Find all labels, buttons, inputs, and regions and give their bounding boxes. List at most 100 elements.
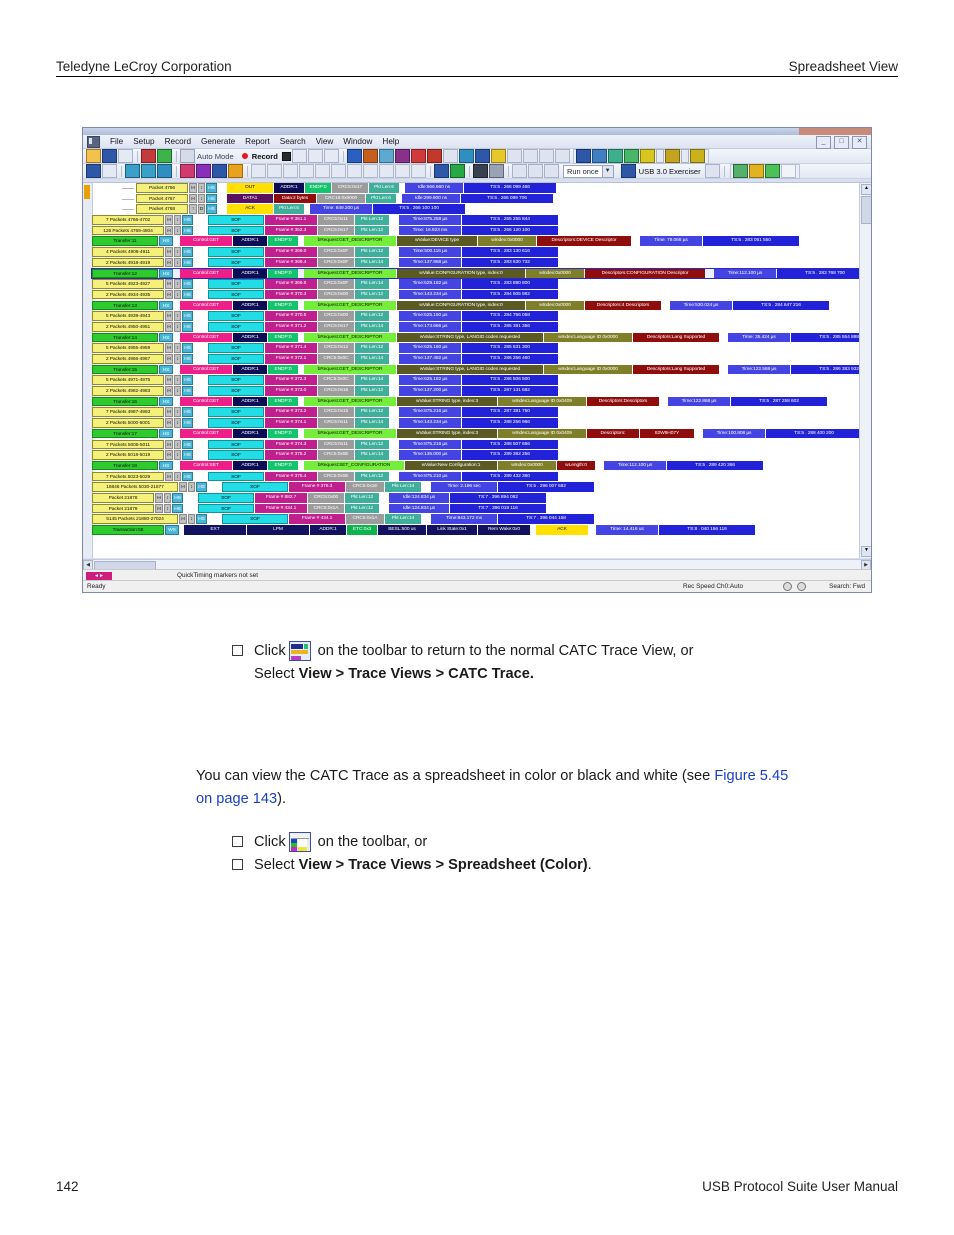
trace-cell[interactable]: HS bbox=[182, 225, 193, 236]
trace-cell[interactable]: Time:173.666 µs bbox=[399, 321, 461, 332]
scroll-up-icon[interactable]: ▲ bbox=[861, 184, 871, 195]
trace-cell[interactable]: CRC5:0x00 bbox=[318, 311, 354, 321]
trace-row[interactable]: Transaction:55 WS EXT LPM ADDR:1 ETC:0x3 BESL:… bbox=[92, 525, 860, 535]
trace-cell[interactable]: HS bbox=[182, 386, 193, 396]
run-mode-select[interactable]: Run once ▼ bbox=[563, 164, 614, 178]
trace-cell[interactable]: wIndex:Language ID 0x0000 bbox=[544, 332, 632, 343]
trace-cell[interactable]: Descriptors:Lang Supported bbox=[633, 364, 719, 375]
minimize-button[interactable]: _ bbox=[816, 136, 831, 149]
trace-cell[interactable]: CRC16:0x0000 bbox=[317, 193, 365, 204]
trace-cell[interactable]: 7 Packets 5023-5029 bbox=[92, 471, 164, 482]
trace-cell[interactable]: Time:100.808 µs bbox=[703, 428, 765, 439]
trace-cell[interactable]: 2 Packets 4982-4983 bbox=[92, 386, 164, 396]
figure-link[interactable]: Figure 5.45 bbox=[714, 768, 788, 784]
trace-cell[interactable]: TS:5 . 288 507 656 bbox=[462, 439, 558, 450]
trace-cell[interactable]: H bbox=[155, 492, 163, 503]
trace-cell[interactable]: HS bbox=[159, 364, 173, 375]
trace-cell[interactable]: HS bbox=[159, 236, 173, 247]
trace-cell[interactable]: CRC5:0x1A bbox=[346, 514, 384, 524]
trace-cell[interactable]: SOF bbox=[208, 439, 264, 450]
trace-cell[interactable]: Frame # 369.4 bbox=[265, 257, 317, 268]
trace-cell[interactable]: H bbox=[165, 450, 173, 460]
trace-row[interactable]: 2 Packets 4918-4919 H ↕ HS SOF Frame # 369.4 C… bbox=[92, 257, 860, 268]
trace-cell[interactable]: H bbox=[179, 482, 187, 492]
trace-cell[interactable]: 2 Packets 5018-5019 bbox=[92, 450, 164, 460]
trace-cell[interactable]: Time: 16.923 ms bbox=[399, 225, 461, 236]
trace-row[interactable]: 2 Packets 5018-5019 H ↕ HS SOF Frame # 375.2 C… bbox=[92, 450, 860, 460]
trace-cell[interactable]: Control:GET bbox=[180, 364, 232, 375]
trace-cell[interactable]: ACK bbox=[227, 204, 273, 214]
trace-row[interactable]: Transfer:15 HS Control:GET ADDR:1 ENDP:0 bReq… bbox=[92, 364, 871, 375]
trace-cell[interactable]: Time:122.568 µs bbox=[728, 364, 790, 375]
trace-cell[interactable]: Descriptors: bbox=[587, 428, 639, 439]
trace-cell[interactable]: H bbox=[165, 247, 173, 257]
trace-cell[interactable]: 5 Packets 4971-4975 bbox=[92, 375, 164, 385]
trace-cell[interactable]: TS:5 . 286 256 460 bbox=[462, 354, 558, 364]
trace-cell[interactable]: ADDR:1 bbox=[233, 460, 267, 471]
trace-cell[interactable]: Descriptors:Lang Supported bbox=[633, 332, 719, 343]
hide-idle-icon[interactable] bbox=[267, 164, 282, 178]
trace-cell[interactable]: TS:5 . 283 630 732 bbox=[462, 257, 558, 268]
trace-cell[interactable]: Pkt Len:6 bbox=[366, 193, 396, 204]
trace-cell[interactable]: HS bbox=[159, 332, 173, 343]
trace-cell[interactable]: CRC5:0x17 bbox=[318, 225, 354, 236]
trace-cell[interactable]: ↕ bbox=[174, 311, 181, 321]
hide-transactions-icon[interactable] bbox=[196, 164, 211, 178]
hide-ping-icon[interactable] bbox=[283, 164, 298, 178]
trace-cell[interactable]: ↕ bbox=[174, 343, 181, 353]
trace-cell[interactable]: ↕ bbox=[198, 193, 205, 204]
trace-cell[interactable]: ENDP:0 bbox=[305, 183, 331, 193]
trace-cell[interactable]: TS:5 . 265 255 844 bbox=[462, 215, 558, 225]
analyzer-setup-icon[interactable] bbox=[141, 149, 156, 163]
trace-cell[interactable]: H bbox=[165, 354, 173, 364]
trace-cell[interactable]: ACK bbox=[536, 525, 588, 535]
view-mode-group[interactable] bbox=[572, 148, 709, 164]
hide-sof-icon[interactable] bbox=[228, 164, 243, 178]
trace-cell[interactable]: Packet 4766 bbox=[136, 183, 188, 193]
trace-cell[interactable]: SOF bbox=[208, 343, 264, 353]
menu-search[interactable]: Search bbox=[275, 137, 311, 146]
trace-cell[interactable]: HS bbox=[196, 514, 207, 524]
toolbar-secondary[interactable]: Run once ▼ USB 3.0 Exerciser bbox=[83, 163, 871, 179]
trace-cell[interactable]: CRC5:0x0C bbox=[318, 354, 354, 364]
trace-cell[interactable]: Time: 79.066 µs bbox=[640, 236, 702, 247]
find-next-icon[interactable] bbox=[489, 164, 504, 178]
trace-cell[interactable]: TS:5 . 285 381 356 bbox=[462, 321, 558, 332]
trace-row[interactable]: Packet 4768 ↑ D HS ACK Pkt Len:6 Time: 849.200… bbox=[92, 204, 860, 214]
trace-cell[interactable]: Time:843.172 ms bbox=[431, 514, 497, 524]
page-link[interactable]: on page 143 bbox=[196, 791, 277, 807]
trace-cell[interactable]: ENDP:0 bbox=[268, 460, 298, 471]
trace-cell[interactable]: ↑ bbox=[189, 204, 197, 214]
trace-cell[interactable]: Pkt Len:12 bbox=[355, 225, 389, 236]
trace-cell[interactable]: 2 Packets 4918-4919 bbox=[92, 257, 164, 268]
trace-cell[interactable]: Pkt Len:12 bbox=[345, 492, 379, 503]
trace-cell[interactable]: OUT bbox=[227, 183, 273, 193]
trace-cell[interactable]: bRequest:SET_CONFIGURATION bbox=[304, 460, 404, 471]
hide-isoch-icon[interactable] bbox=[379, 164, 394, 178]
trace-cell[interactable]: H bbox=[165, 311, 173, 321]
trace-cell[interactable]: Transfer:17 bbox=[92, 428, 158, 439]
trace-cell[interactable]: Frame # 351.1 bbox=[265, 215, 317, 225]
trace-cell[interactable]: TS:5 . 283 880 800 bbox=[462, 279, 558, 289]
trace-cell[interactable]: CRC5:0x15 bbox=[318, 386, 354, 396]
trace-cell[interactable]: Pkt Len:14 bbox=[355, 450, 389, 460]
trace-row[interactable]: 5 Packets 4955-4959 H ↕ HS SOF Frame # 371.4 C… bbox=[92, 343, 860, 353]
trace-cell[interactable]: wValue:New Configuration:1 bbox=[405, 460, 497, 471]
trace-cell[interactable]: Pkt Len:14 bbox=[355, 375, 389, 385]
trace-cell[interactable]: D bbox=[198, 204, 205, 214]
trace-cell[interactable]: TS:5 . 296 007 682 bbox=[498, 482, 594, 492]
trace-cell[interactable]: Time:137.200 µs bbox=[399, 386, 461, 396]
trace-cell[interactable]: HS bbox=[206, 193, 217, 204]
menu-bar[interactable]: File Setup Record Generate Report Search… bbox=[83, 135, 871, 149]
trace-cell[interactable]: Frame # 371.4 bbox=[265, 343, 317, 353]
trace-cell[interactable]: Pkt Len:14 bbox=[355, 321, 389, 332]
trace-cell[interactable]: Frame # 352.3 bbox=[265, 225, 317, 236]
download-icon[interactable] bbox=[307, 149, 323, 163]
trace-cell[interactable]: ↕ bbox=[174, 450, 181, 460]
trace-cell[interactable]: bRequest:GET_DESCRIPTOR bbox=[304, 300, 396, 311]
trace-cell[interactable]: CRC5:0x0E bbox=[318, 450, 354, 460]
trace-cell[interactable]: Time:122.868 µs bbox=[668, 396, 730, 407]
trace-cell[interactable]: WS bbox=[165, 525, 179, 535]
trace-cell[interactable]: TS:5 . 284 647 216 bbox=[733, 300, 829, 311]
exerciser-button[interactable]: USB 3.0 Exerciser bbox=[620, 164, 701, 178]
